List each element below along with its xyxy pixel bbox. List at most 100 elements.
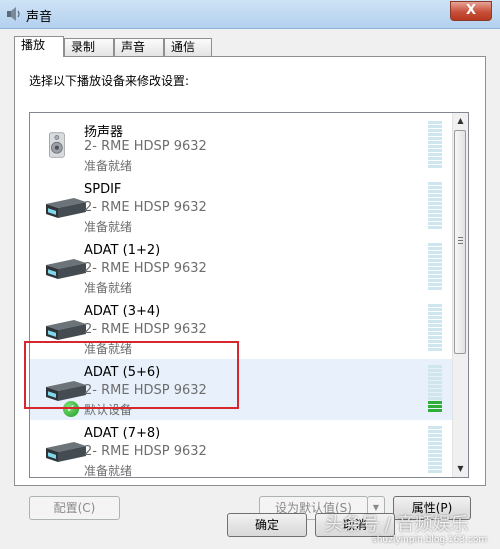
meter-bar [428, 251, 442, 254]
meter-bar [428, 157, 442, 160]
watermark-url: shuziyinpin.blog.163.com [372, 535, 488, 545]
audio-device-icon [46, 259, 86, 279]
audio-device-icon [46, 198, 86, 218]
meter-bar [428, 182, 442, 185]
meter-bar [428, 141, 442, 144]
meter-bar [428, 304, 442, 307]
grip-icon [458, 237, 463, 245]
volume-meter [428, 243, 442, 291]
ok-button[interactable]: 确定 [227, 513, 307, 537]
close-button[interactable]: X [450, 1, 492, 21]
meter-bar [428, 454, 442, 457]
meter-bar [428, 222, 442, 225]
meter-bar [428, 243, 442, 246]
meter-bar [428, 279, 442, 282]
device-driver: 2- RME HDSP 9632 [84, 200, 207, 215]
scroll-up-icon[interactable]: ▲ [453, 113, 468, 129]
meter-bar [428, 271, 442, 274]
volume-meter [428, 121, 442, 169]
device-name: ADAT (1+2) [84, 243, 161, 258]
scroll-down-icon[interactable]: ▼ [453, 461, 468, 477]
close-icon: X [465, 3, 477, 18]
meter-bar [428, 165, 442, 168]
device-name: ADAT (7+8) [84, 426, 161, 441]
volume-meter [428, 426, 442, 474]
meter-bar [428, 462, 442, 465]
meter-bar [428, 263, 442, 266]
meter-bar [428, 397, 442, 400]
volume-meter [428, 304, 442, 352]
meter-bar [428, 438, 442, 441]
volume-meter [428, 182, 442, 230]
meter-bar [428, 247, 442, 250]
tab-communications[interactable]: 通信 [164, 38, 212, 56]
audio-device-icon [46, 442, 86, 462]
meter-bar [428, 434, 442, 437]
meter-bar [428, 365, 442, 368]
meter-bar [428, 458, 442, 461]
meter-bar [428, 145, 442, 148]
watermark: 头条号 / 音频娱乐 [325, 514, 469, 535]
scrollbar[interactable]: ▲ ▼ [452, 113, 468, 477]
device-name: 扬声器 [84, 125, 124, 140]
device-driver: 2- RME HDSP 9632 [84, 444, 207, 459]
meter-bar [428, 316, 442, 319]
title-bar: 声音 X [0, 0, 500, 29]
meter-bar [428, 381, 442, 384]
meter-bar [428, 470, 442, 473]
meter-bar [428, 393, 442, 396]
device-driver: 2- RME HDSP 9632 [84, 261, 207, 276]
device-name: ADAT (3+4) [84, 304, 161, 319]
meter-bar [428, 194, 442, 197]
device-item[interactable]: 扬声器 2- RME HDSP 9632 准备就绪 [30, 115, 455, 176]
meter-bar [428, 198, 442, 201]
device-status: 准备就绪 [84, 159, 133, 173]
meter-bar [428, 149, 442, 152]
meter-bar [428, 426, 442, 429]
meter-bar [428, 401, 442, 404]
meter-bar [428, 206, 442, 209]
meter-bar [428, 283, 442, 286]
meter-bar [428, 466, 442, 469]
meter-bar [428, 214, 442, 217]
meter-bar [428, 210, 442, 213]
meter-bar [428, 377, 442, 380]
meter-bar [428, 442, 442, 445]
meter-bar [428, 373, 442, 376]
configure-button[interactable]: 配置(C) [29, 496, 120, 520]
meter-bar [428, 324, 442, 327]
device-status: 准备就绪 [84, 464, 133, 478]
scroll-thumb[interactable] [454, 130, 466, 354]
meter-bar [428, 121, 442, 124]
meter-bar [428, 137, 442, 140]
meter-bar [428, 275, 442, 278]
meter-bar [428, 190, 442, 193]
meter-bar [428, 267, 442, 270]
meter-bar [428, 259, 442, 262]
selection-highlight [24, 341, 239, 409]
meter-bar [428, 153, 442, 156]
meter-bar [428, 336, 442, 339]
device-item[interactable]: ADAT (1+2) 2- RME HDSP 9632 准备就绪 [30, 237, 455, 298]
meter-bar [428, 125, 442, 128]
device-driver: 2- RME HDSP 9632 [84, 322, 207, 337]
meter-bar [428, 308, 442, 311]
speaker-icon [49, 132, 65, 158]
meter-bar [428, 389, 442, 392]
tab-sounds[interactable]: 声音 [114, 38, 164, 56]
tab-playback[interactable]: 播放 [14, 36, 64, 57]
meter-bar [428, 133, 442, 136]
speaker-icon [7, 7, 20, 21]
meter-bar [428, 409, 442, 412]
tab-recording[interactable]: 录制 [64, 38, 114, 56]
meter-bar [428, 405, 442, 408]
window-body: 播放 录制 声音 通信 选择以下播放设备来修改设置: 扬声器 2- RME HDS… [0, 29, 500, 549]
device-item[interactable]: SPDIF 2- RME HDSP 9632 准备就绪 [30, 176, 455, 237]
instruction-text: 选择以下播放设备来修改设置: [29, 74, 190, 88]
meter-bar [428, 332, 442, 335]
meter-bar [428, 312, 442, 315]
meter-bar [428, 186, 442, 189]
device-list[interactable]: 扬声器 2- RME HDSP 9632 准备就绪 SPDIF 2- RME HDSP … [29, 112, 469, 478]
device-item[interactable]: ADAT (7+8) 2- RME HDSP 9632 准备就绪 [30, 420, 455, 478]
device-status: 准备就绪 [84, 281, 133, 295]
